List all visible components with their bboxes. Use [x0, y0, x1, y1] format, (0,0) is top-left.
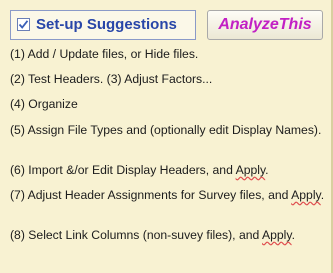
analyze-this-label: AnalyzeThis	[218, 16, 312, 33]
setup-suggestions-label: Set-up Suggestions	[36, 16, 177, 33]
analyze-this-button[interactable]: AnalyzeThis	[207, 10, 323, 40]
step-2-3-headers-factors[interactable]: (2) Test Headers. (3) Adjust Factors...	[10, 72, 328, 87]
apply-link: Apply	[262, 228, 292, 242]
checkmark-icon	[18, 20, 29, 29]
setup-suggestions-checkbox[interactable]	[17, 18, 30, 31]
setup-suggestions-panel: Set-up Suggestions AnalyzeThis (1) Add /…	[0, 0, 333, 273]
step-7-adjust-header-assignments[interactable]: (7) Adjust Header Assignments for Survey…	[10, 188, 328, 203]
step-6-import-display-headers[interactable]: (6) Import &/or Edit Display Headers, an…	[10, 163, 328, 178]
apply-link: Apply	[291, 188, 321, 202]
panel-header: Set-up Suggestions AnalyzeThis	[10, 10, 323, 40]
step-8-select-link-columns[interactable]: (8) Select Link Columns (non-suvey files…	[10, 228, 328, 243]
step-5-assign-file-types[interactable]: (5) Assign File Types and (optionally ed…	[10, 123, 328, 138]
step-1-add-update-files[interactable]: (1) Add / Update files, or Hide files.	[10, 47, 328, 62]
apply-link: Apply	[235, 163, 266, 177]
setup-suggestions-toggle[interactable]: Set-up Suggestions	[10, 10, 196, 40]
step-4-organize[interactable]: (4) Organize	[10, 97, 328, 112]
